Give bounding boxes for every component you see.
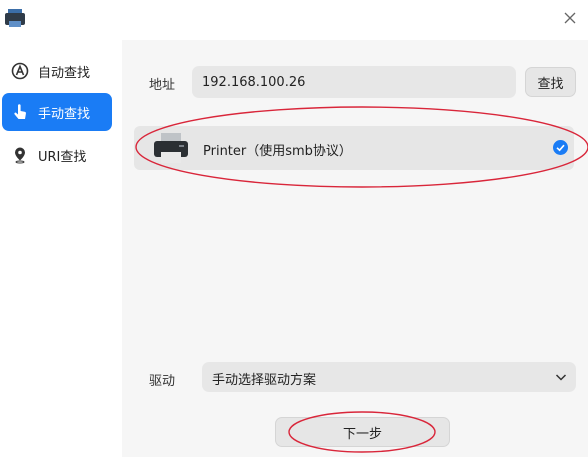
sidebar-item-auto-search[interactable]: 自动查找 xyxy=(2,52,112,90)
sidebar: 自动查找 手动查找 URI查找 xyxy=(0,40,122,457)
sidebar-item-label: 手动查找 xyxy=(38,106,91,122)
chevron-down-icon xyxy=(555,374,567,381)
printer-name: Printer（使用smb协议） xyxy=(203,144,352,159)
printer-list-item[interactable]: Printer（使用smb协议） xyxy=(134,126,574,170)
close-icon xyxy=(564,12,576,24)
next-step-button[interactable]: 下一步 xyxy=(275,417,450,447)
driver-label: 驱动 xyxy=(149,374,176,389)
driver-select-value: 手动选择驱动方案 xyxy=(212,373,317,388)
auto-search-icon xyxy=(10,61,30,81)
location-pin-icon xyxy=(10,145,30,165)
search-button[interactable]: 查找 xyxy=(525,67,576,97)
sidebar-item-manual-search[interactable]: 手动查找 xyxy=(2,93,112,131)
title-bar xyxy=(0,0,588,40)
address-input[interactable] xyxy=(192,66,516,98)
check-icon xyxy=(553,140,568,155)
close-button[interactable] xyxy=(560,8,580,28)
hand-pointer-icon xyxy=(10,102,30,122)
printer-icon xyxy=(154,133,188,163)
sidebar-item-label: 自动查找 xyxy=(38,65,91,81)
sidebar-item-label: URI查找 xyxy=(38,149,87,165)
driver-select[interactable]: 手动选择驱动方案 xyxy=(202,362,576,392)
sidebar-item-uri-search[interactable]: URI查找 xyxy=(2,136,112,174)
printer-app-icon xyxy=(5,9,25,27)
address-label: 地址 xyxy=(149,78,176,93)
main-panel: 地址 查找 Printer（使用smb协议） 驱动 手动选择驱动方案 下一步 xyxy=(122,40,588,457)
